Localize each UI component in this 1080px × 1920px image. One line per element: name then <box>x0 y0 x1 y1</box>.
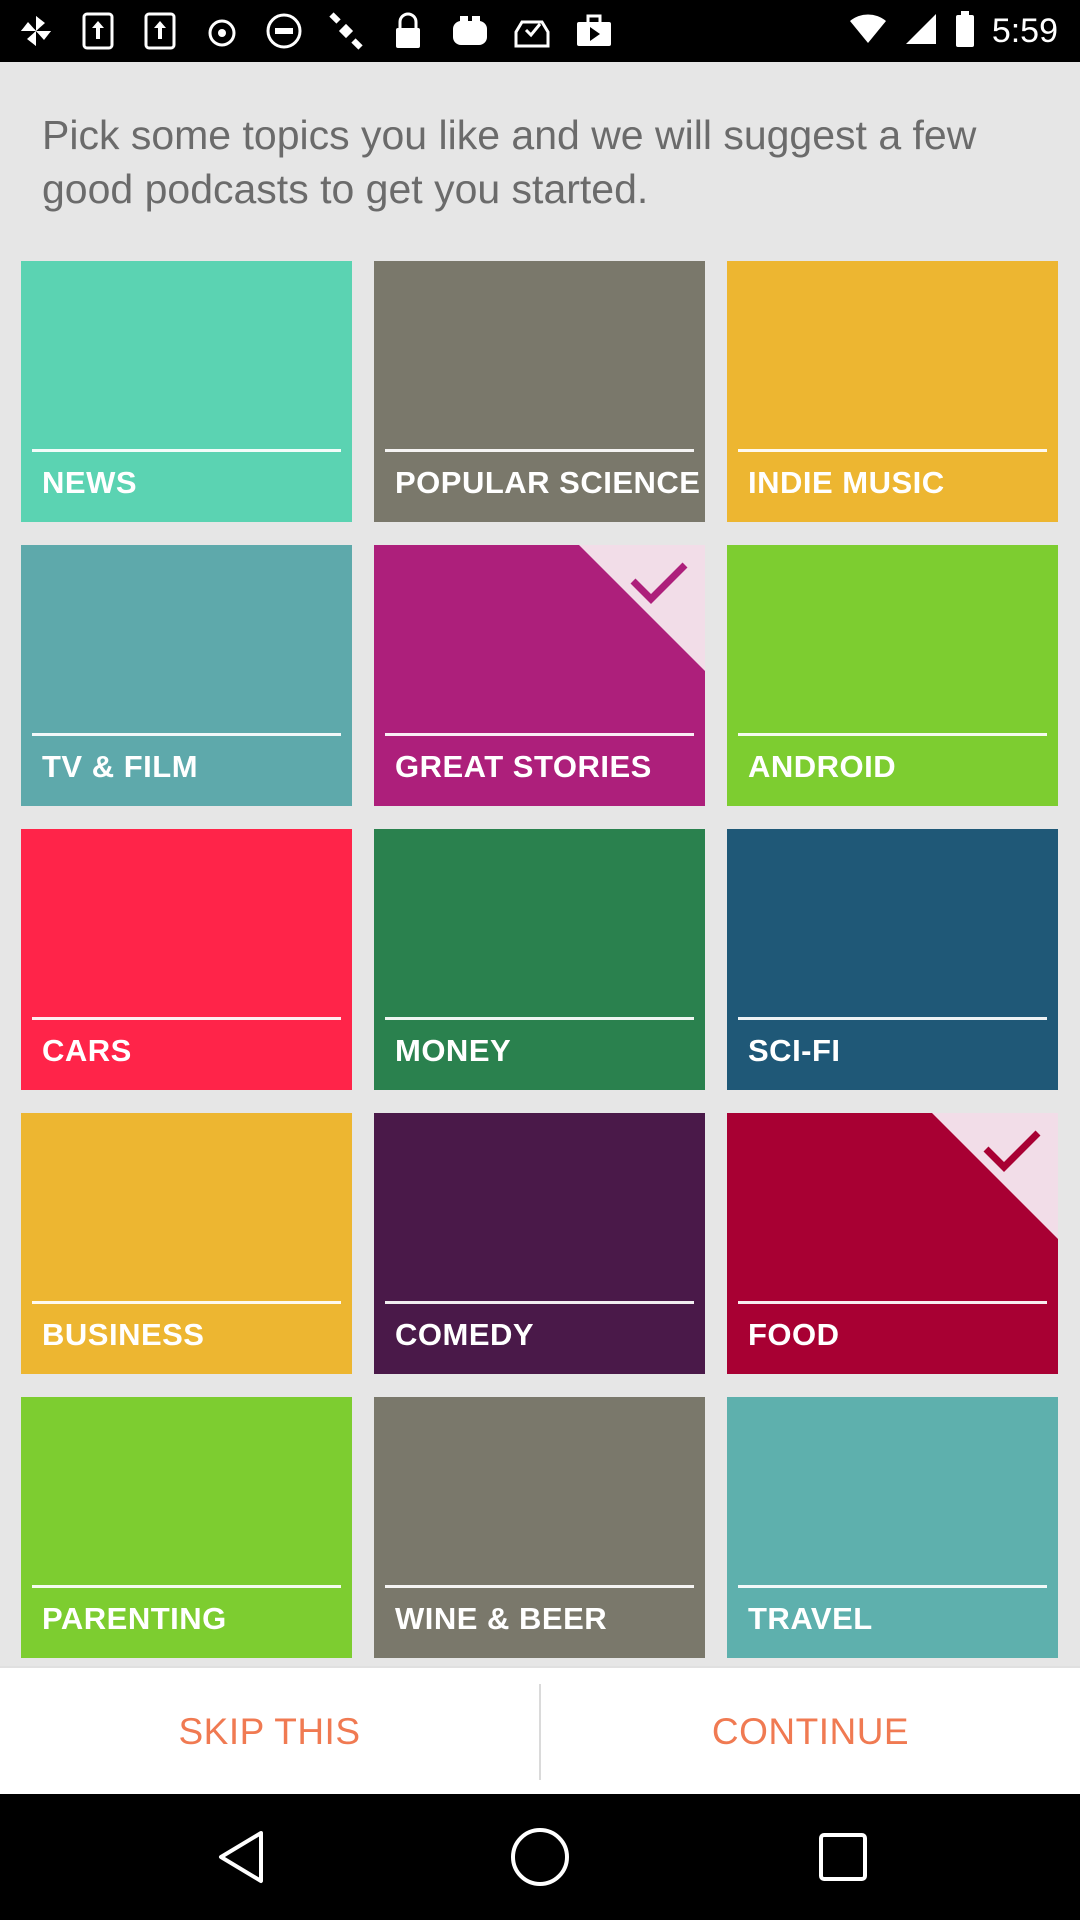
topic-label: TRAVEL <box>748 1601 873 1636</box>
topic-tile[interactable]: COMEDY <box>374 1113 705 1374</box>
checkmark-icon <box>630 562 688 604</box>
tile-divider <box>32 1585 341 1588</box>
tile-divider <box>738 1017 1047 1020</box>
intro-text: Pick some topics you like and we will su… <box>42 112 977 212</box>
topic-tile[interactable]: MONEY <box>374 829 705 1090</box>
recents-square-icon[interactable] <box>808 1822 878 1892</box>
satellite-icon <box>324 9 368 53</box>
tile-divider <box>738 733 1047 736</box>
topic-picker-screen[interactable]: Pick some topics you like and we will su… <box>0 62 1080 1666</box>
wifi-icon <box>848 13 888 50</box>
status-bar: 5:59 <box>0 0 1080 62</box>
tile-divider <box>385 449 694 452</box>
inbox-check-icon <box>510 9 554 53</box>
tile-divider <box>385 733 694 736</box>
topic-tile[interactable]: TRAVEL <box>727 1397 1058 1658</box>
battery-icon <box>954 10 976 53</box>
lock-icon <box>386 9 430 53</box>
notification-icons <box>14 8 616 54</box>
topic-label: POPULAR SCIENCE <box>395 465 701 500</box>
topic-tile[interactable]: CARS <box>21 829 352 1090</box>
tile-divider <box>738 449 1047 452</box>
clock: 5:59 <box>991 11 1058 50</box>
topic-tile[interactable]: PARENTING <box>21 1397 352 1658</box>
fake-gps-icon <box>200 9 244 53</box>
tile-divider <box>738 1301 1047 1304</box>
topic-tile[interactable]: NEWS <box>21 261 352 522</box>
checkmark-icon <box>983 1130 1041 1172</box>
topic-label: WINE & BEER <box>395 1601 608 1636</box>
skip-button[interactable]: SKIP THIS <box>0 1668 539 1796</box>
topic-label: MONEY <box>395 1033 512 1068</box>
back-triangle-icon[interactable] <box>206 1822 276 1892</box>
topic-label: GREAT STORIES <box>395 749 652 784</box>
tile-divider <box>738 1585 1047 1588</box>
topic-tile[interactable]: POPULAR SCIENCE <box>374 261 705 522</box>
topic-tile[interactable]: ANDROID <box>727 545 1058 806</box>
tablet-upload-icon <box>76 9 120 53</box>
tablet-upload-icon <box>138 9 182 53</box>
tile-divider <box>32 733 341 736</box>
topic-tile[interactable]: FOOD <box>727 1113 1058 1374</box>
tile-divider <box>32 1301 341 1304</box>
topic-tile[interactable]: BUSINESS <box>21 1113 352 1374</box>
topic-label: PARENTING <box>42 1601 227 1636</box>
no-entry-icon <box>262 9 306 53</box>
bottom-action-bar: SKIP THIS CONTINUE <box>0 1666 1080 1796</box>
continue-button[interactable]: CONTINUE <box>541 1668 1080 1796</box>
system-nav-bar <box>0 1794 1080 1920</box>
tile-divider <box>32 1017 341 1020</box>
topic-label: TV & FILM <box>42 749 199 784</box>
topic-tile[interactable]: GREAT STORIES <box>374 545 705 806</box>
topic-label: COMEDY <box>395 1317 535 1352</box>
pinwheel-icon <box>14 9 58 53</box>
toaster-icon <box>448 9 492 53</box>
topic-label: BUSINESS <box>42 1317 205 1352</box>
topic-label: NEWS <box>42 465 137 500</box>
topic-label: CARS <box>42 1033 132 1068</box>
topic-tile[interactable]: WINE & BEER <box>374 1397 705 1658</box>
briefcase-play-icon <box>572 9 616 53</box>
home-circle-icon[interactable] <box>505 1822 575 1892</box>
topic-label: SCI-FI <box>748 1033 841 1068</box>
system-status: 5:59 <box>848 8 1058 54</box>
topic-label: INDIE MUSIC <box>748 465 945 500</box>
topic-label: FOOD <box>748 1317 840 1352</box>
topic-tile[interactable]: SCI-FI <box>727 829 1058 1090</box>
tile-divider <box>385 1301 694 1304</box>
tile-divider <box>385 1017 694 1020</box>
tile-divider <box>32 449 341 452</box>
topic-tile[interactable]: INDIE MUSIC <box>727 261 1058 522</box>
tile-divider <box>385 1585 694 1588</box>
topic-tile[interactable]: TV & FILM <box>21 545 352 806</box>
topic-label: ANDROID <box>748 749 897 784</box>
signal-icon <box>904 12 938 51</box>
